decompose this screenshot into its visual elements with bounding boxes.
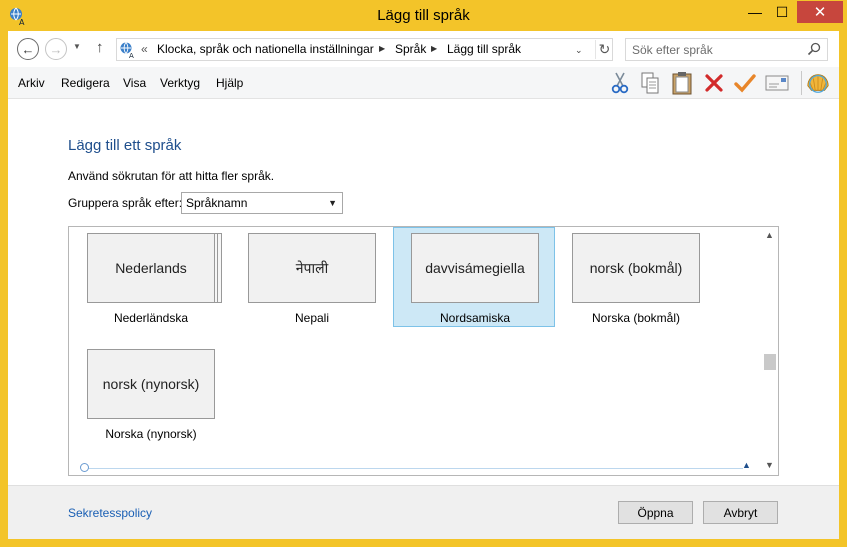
up-button[interactable]: ↑ [96, 39, 104, 56]
collapse-group-icon[interactable]: ▲ [742, 460, 751, 470]
language-tile-davvisamegiella[interactable]: davvisámegiella Nordsamiska [393, 227, 555, 327]
svg-text:A: A [129, 52, 134, 59]
menu-arkiv[interactable]: Arkiv [18, 76, 45, 90]
maximize-button[interactable]: ☐ [769, 1, 795, 23]
refresh-button[interactable]: ↻ [595, 40, 613, 59]
navigation-bar: ← → ▼ ↑ A « Klocka, språk och nationella… [8, 31, 839, 67]
paste-icon[interactable] [670, 71, 694, 95]
chevron-down-icon: ▼ [328, 198, 337, 208]
tile-caption: Nordsamiska [439, 311, 511, 325]
vertical-scrollbar[interactable]: ▲ ▼ [761, 227, 778, 475]
tile-native-name: Nederlands [87, 233, 215, 303]
address-box[interactable]: A « Klocka, språk och nationella inställ… [116, 38, 613, 61]
tile-caption: Nepali [294, 311, 330, 325]
title-bar: A Lägg till språk — ☐ ✕ [0, 0, 847, 31]
back-button[interactable]: ← [17, 38, 39, 60]
envelope-icon[interactable] [765, 71, 789, 95]
tile-native-name: norsk (bokmål) [572, 233, 700, 303]
tile-caption: Norska (bokmål) [591, 311, 681, 325]
forward-button[interactable]: → [45, 38, 67, 60]
language-tile-norsk-nynorsk[interactable]: norsk (nynorsk) Norska (nynorsk) [70, 343, 232, 443]
language-location-icon: A [120, 42, 134, 59]
group-separator-line [83, 468, 743, 469]
instruction-text: Använd sökrutan för att hitta fler språk… [68, 169, 275, 183]
group-by-label: Gruppera språk efter: [68, 196, 183, 210]
close-button[interactable]: ✕ [797, 1, 843, 23]
delete-icon[interactable] [702, 71, 726, 95]
group-by-value: Språknamn [186, 196, 248, 210]
scrollbar-thumb[interactable] [764, 354, 776, 370]
menu-verktyg[interactable]: Verktyg [160, 76, 200, 90]
breadcrumb-language[interactable]: Språk [395, 42, 426, 56]
tile-stack-edge [218, 233, 222, 303]
group-marker-icon [80, 463, 89, 472]
cancel-button[interactable]: Avbryt [703, 501, 778, 524]
shell-icon[interactable] [806, 71, 830, 95]
breadcrumb-separator-icon[interactable]: ▶ [431, 44, 437, 53]
window-title: Lägg till språk [377, 7, 470, 24]
privacy-policy-link[interactable]: Sekretesspolicy [68, 506, 152, 520]
menu-hjalp[interactable]: Hjälp [216, 76, 243, 90]
recent-locations-dropdown[interactable]: ▼ [73, 42, 81, 51]
page-title: Lägg till ett språk [68, 137, 182, 154]
tile-caption: Norska (nynorsk) [105, 427, 197, 441]
search-box[interactable]: Sök efter språk [625, 38, 828, 61]
scroll-down-icon[interactable]: ▼ [765, 460, 774, 470]
copy-icon[interactable] [638, 71, 662, 95]
address-dropdown-icon[interactable]: ⌄ [575, 45, 583, 56]
checkmark-icon[interactable] [733, 71, 757, 95]
tile-native-name: norsk (nynorsk) [87, 349, 215, 419]
window: A Lägg till språk — ☐ ✕ ← → ▼ ↑ A « Kloc… [0, 0, 847, 547]
group-by-select[interactable]: Språknamn ▼ [181, 192, 343, 214]
toolbar-divider [801, 71, 802, 95]
scissors-icon[interactable] [608, 71, 632, 95]
client-area: ← → ▼ ↑ A « Klocka, språk och nationella… [8, 31, 839, 539]
language-tile-norsk-bokmal[interactable]: norsk (bokmål) Norska (bokmål) [555, 227, 717, 327]
language-tile-list[interactable]: Nederlands Nederländska नेपाली Nepali da… [68, 226, 779, 476]
dialog-footer: Sekretesspolicy Öppna Avbryt [8, 485, 839, 539]
content-area: Lägg till ett språk Använd sökrutan för … [8, 99, 839, 485]
breadcrumb-separator-icon[interactable]: ▶ [379, 44, 385, 53]
scroll-up-icon[interactable]: ▲ [765, 230, 774, 240]
tile-native-name: davvisámegiella [411, 233, 539, 303]
breadcrumb-add-language[interactable]: Lägg till språk [447, 42, 521, 56]
language-tile-nederlands[interactable]: Nederlands Nederländska [70, 227, 232, 327]
menu-visa[interactable]: Visa [123, 76, 146, 90]
minimize-button[interactable]: — [742, 1, 768, 23]
tile-caption: Nederländska [113, 311, 189, 325]
search-icon[interactable] [807, 42, 821, 56]
breadcrumb-overflow[interactable]: « [141, 42, 148, 56]
open-button[interactable]: Öppna [618, 501, 693, 524]
tile-native-name: नेपाली [248, 233, 376, 303]
breadcrumb-clock-language-region[interactable]: Klocka, språk och nationella inställning… [157, 42, 374, 56]
menu-redigera[interactable]: Redigera [61, 76, 110, 90]
menu-bar: Arkiv Redigera Visa Verktyg Hjälp [8, 67, 839, 99]
language-tile-nepali[interactable]: नेपाली Nepali [231, 227, 393, 327]
search-input[interactable]: Sök efter språk [632, 43, 713, 57]
